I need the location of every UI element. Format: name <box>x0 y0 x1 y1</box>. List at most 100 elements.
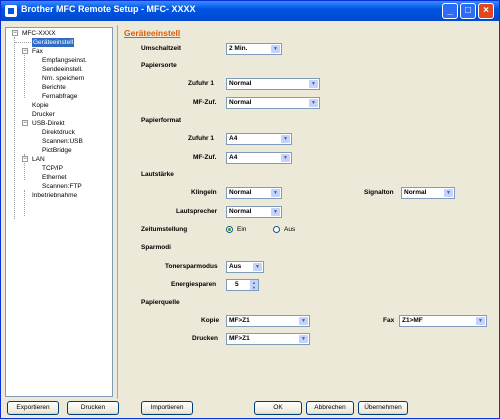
tree-item-fernabfrage[interactable]: Fernabfrage <box>42 92 77 101</box>
lautsprecher-value: Normal <box>229 208 252 215</box>
energiesparen-value: 5 <box>235 281 239 288</box>
page-title: Geräteeinstell <box>124 28 181 38</box>
tree-item-direktdruck[interactable]: Direktdruck <box>42 128 75 137</box>
pane-divider[interactable] <box>117 25 118 399</box>
tree-item-usb-direkt[interactable]: USB-Direkt <box>32 119 65 128</box>
papierquelle-kopie-value: MF>Z1 <box>229 317 250 324</box>
chevron-down-icon: ▼ <box>271 189 280 197</box>
chevron-down-icon: ▼ <box>253 263 262 271</box>
papierquelle-fax-select[interactable]: Z1>MF ▼ <box>399 315 487 327</box>
tree-item-geraeteeinstell[interactable]: Geräteeinstell <box>32 38 75 47</box>
zeitumstellung-aus-label: Aus <box>284 226 296 233</box>
tree-item-inbetriebnahme[interactable]: Inbetriebnahme <box>32 191 77 200</box>
lautsprecher-label: Lautsprecher <box>176 208 218 215</box>
app-icon <box>5 5 17 17</box>
abbrechen-button[interactable]: Abbrechen <box>306 401 354 415</box>
chevron-down-icon: ▼ <box>271 208 280 216</box>
zeitumstellung-ein-radio[interactable] <box>226 226 233 233</box>
tree-item-scannen-usb[interactable]: Scannen:USB <box>42 137 83 146</box>
tree-item-tcp-ip[interactable]: TCP/IP <box>42 164 63 173</box>
tree-guide-line <box>24 190 25 216</box>
exportieren-button[interactable]: Exportieren <box>7 401 59 415</box>
title-bar[interactable]: Brother MFC Remote Setup - MFC- XXXX _ □… <box>1 1 499 21</box>
minimize-button[interactable]: _ <box>442 3 458 19</box>
zeitumstellung-label: Zeitumstellung <box>141 226 188 233</box>
papiersorte-mfzuf-select[interactable]: Normal ▼ <box>226 97 320 109</box>
tree-item-drucker[interactable]: Drucker <box>32 110 55 119</box>
papierformat-heading: Papierformat <box>141 117 182 124</box>
chevron-down-icon: ▼ <box>299 335 308 343</box>
chevron-down-icon: ▼ <box>476 317 485 325</box>
umschaltzeit-label: Umschaltzeit <box>141 45 182 52</box>
sparmodi-heading: Sparmodi <box>141 244 171 251</box>
zeitumstellung-ein-label: Ein <box>237 226 247 233</box>
tree-item-root[interactable]: MFC-XXXX <box>22 29 56 38</box>
tonersparmodus-value: Aus <box>229 263 242 270</box>
tree-item-kopie[interactable]: Kopie <box>32 101 49 110</box>
chevron-down-icon: ▼ <box>309 99 318 107</box>
chevron-down-icon: ▼ <box>271 45 280 53</box>
tree-guide-line <box>14 37 15 219</box>
close-button[interactable]: × <box>478 3 494 19</box>
umschaltzeit-select[interactable]: 2 Min. ▼ <box>226 43 282 55</box>
papierformat-zufuhr1-value: A4 <box>229 135 238 142</box>
tree-item-lan[interactable]: LAN <box>32 155 45 164</box>
tree-item-empfangseinst[interactable]: Empfangseinst. <box>42 56 87 65</box>
papierquelle-drucken-label: Drucken <box>192 335 219 342</box>
navigation-tree[interactable]: − MFC-XXXX Geräteeinstell − Fax Empfangs… <box>5 27 113 397</box>
chevron-down-icon: ▼ <box>444 189 453 197</box>
tonersparmodus-label: Tonersparmodus <box>165 263 218 270</box>
expand-toggle-icon[interactable]: − <box>22 48 28 54</box>
window-title: Brother MFC Remote Setup - MFC- XXXX <box>21 4 196 14</box>
klingeln-value: Normal <box>229 189 252 196</box>
energiesparen-label: Energiesparen <box>171 281 217 288</box>
drucken-button[interactable]: Drucken <box>67 401 119 415</box>
expand-toggle-icon[interactable]: − <box>22 156 28 162</box>
expand-toggle-icon[interactable]: − <box>12 30 18 36</box>
signalton-value: Normal <box>404 189 427 196</box>
ok-button[interactable]: OK <box>254 401 302 415</box>
tree-guide-line <box>24 55 25 98</box>
uebernehmen-button[interactable]: Übernehmen <box>358 401 408 415</box>
papierquelle-kopie-label: Kopie <box>201 317 220 324</box>
papiersorte-zufuhr1-value: Normal <box>229 80 252 87</box>
papiersorte-zufuhr1-label: Zufuhr 1 <box>188 80 214 87</box>
zeitumstellung-aus-radio[interactable] <box>273 226 280 233</box>
tonersparmodus-select[interactable]: Aus ▼ <box>226 261 264 273</box>
tree-item-fax[interactable]: Fax <box>32 47 43 56</box>
tree-guide-line <box>15 42 31 43</box>
papierquelle-kopie-select[interactable]: MF>Z1 ▼ <box>226 315 310 327</box>
papierquelle-fax-value: Z1>MF <box>402 317 423 324</box>
maximize-button[interactable]: □ <box>460 3 476 19</box>
lautsprecher-select[interactable]: Normal ▼ <box>226 206 282 218</box>
signalton-select[interactable]: Normal ▼ <box>401 187 455 199</box>
tree-item-pictbridge[interactable]: PictBridge <box>42 146 72 155</box>
papiersorte-mfzuf-label: MF-Zuf. <box>193 99 217 106</box>
papierquelle-fax-label: Fax <box>383 317 395 324</box>
papiersorte-zufuhr1-select[interactable]: Normal ▼ <box>226 78 320 90</box>
chevron-down-icon: ▼ <box>309 80 318 88</box>
tree-item-nrn-speichern[interactable]: Nrn. speichern <box>42 74 84 83</box>
spin-down-icon[interactable]: ▼ <box>250 285 258 290</box>
papierquelle-drucken-select[interactable]: MF>Z1 ▼ <box>226 333 310 345</box>
papierformat-zufuhr1-select[interactable]: A4 ▼ <box>226 133 292 145</box>
main-window: Brother MFC Remote Setup - MFC- XXXX _ □… <box>0 0 500 419</box>
klingeln-select[interactable]: Normal ▼ <box>226 187 282 199</box>
papierformat-mfzuf-select[interactable]: A4 ▼ <box>226 152 292 164</box>
tree-item-ethernet[interactable]: Ethernet <box>42 173 67 182</box>
expand-toggle-icon[interactable]: − <box>22 120 28 126</box>
tree-item-scannen-ftp[interactable]: Scannen:FTP <box>42 182 82 191</box>
umschaltzeit-value: 2 Min. <box>229 45 248 52</box>
importieren-button[interactable]: Importieren <box>141 401 193 415</box>
signalton-label: Signalton <box>364 189 394 196</box>
lautstaerke-heading: Lautstärke <box>141 171 174 178</box>
papierquelle-heading: Papierquelle <box>141 299 180 306</box>
chevron-down-icon: ▼ <box>281 135 290 143</box>
energiesparen-stepper[interactable]: 5 ▲ ▼ <box>226 279 259 291</box>
tree-item-berichte[interactable]: Berichte <box>42 83 66 92</box>
papierformat-mfzuf-value: A4 <box>229 154 238 161</box>
tree-item-sendeeinstell[interactable]: Sendeeinstell. <box>42 65 83 74</box>
chevron-down-icon: ▼ <box>281 154 290 162</box>
chevron-down-icon: ▼ <box>299 317 308 325</box>
papierformat-zufuhr1-label: Zufuhr 1 <box>188 135 214 142</box>
